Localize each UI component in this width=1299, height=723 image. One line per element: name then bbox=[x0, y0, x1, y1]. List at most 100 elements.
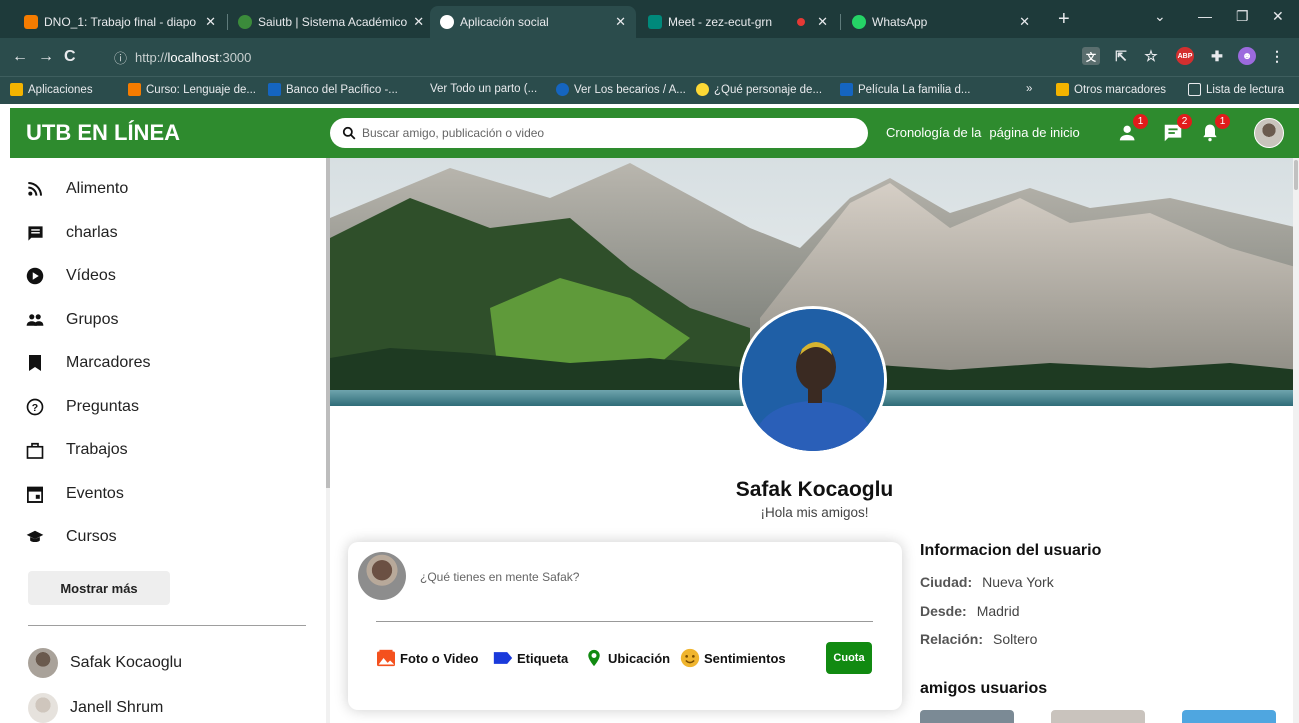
browser-tab[interactable]: WhatsApp ✕ bbox=[842, 6, 1040, 38]
forward-icon[interactable]: → bbox=[38, 48, 54, 66]
reading-list-icon bbox=[1188, 83, 1201, 96]
sidebar-item-bookmarks[interactable]: Marcadores bbox=[26, 354, 150, 372]
minimize-icon[interactable]: — bbox=[1198, 8, 1212, 24]
friend-thumbnail[interactable] bbox=[1051, 710, 1145, 723]
bookmark-item[interactable]: Ver Todo un parto (... bbox=[430, 83, 537, 95]
notifications-badge: 1 bbox=[1215, 114, 1230, 129]
browser-tab-active[interactable]: Aplicación social ✕ bbox=[430, 6, 636, 38]
browser-tab[interactable]: Saiutb | Sistema Académico ✕ bbox=[228, 6, 426, 38]
friend-requests-icon[interactable]: 1 bbox=[1118, 114, 1148, 144]
sidebar-item-events[interactable]: Eventos bbox=[26, 485, 124, 503]
share-button[interactable]: Cuota bbox=[826, 642, 872, 674]
profile-picture[interactable] bbox=[739, 306, 887, 454]
bookmark-label: Película La familia d... bbox=[858, 83, 971, 96]
page-scrollbar-thumb[interactable] bbox=[1294, 160, 1298, 190]
browser-toolbar: ← → C ⓘ http://localhost:3000 文 ⇱ ☆ ABP … bbox=[0, 38, 1299, 76]
friend-list-item[interactable]: Safak Kocaoglu bbox=[28, 648, 182, 678]
avatar bbox=[28, 648, 58, 678]
emoji-icon bbox=[696, 83, 709, 96]
friend-thumbnail[interactable] bbox=[1182, 710, 1276, 723]
sidebar-item-questions[interactable]: ? Preguntas bbox=[26, 398, 139, 416]
sidebar-item-jobs[interactable]: Trabajos bbox=[26, 441, 128, 459]
tag-option[interactable]: Etiqueta bbox=[493, 648, 568, 668]
browser-tab-strip: DNO_1: Trabajo final - diapo ✕ Saiutb | … bbox=[0, 0, 1299, 38]
messages-icon[interactable]: 2 bbox=[1162, 114, 1192, 144]
app-logo[interactable]: UTB EN LÍNEA bbox=[26, 120, 180, 146]
close-icon[interactable]: ✕ bbox=[817, 14, 828, 30]
app-topbar: UTB EN LÍNEA Buscar amigo, publicación o… bbox=[10, 108, 1299, 158]
page-scrollbar[interactable] bbox=[1293, 158, 1299, 723]
bookmarks-overflow-button[interactable]: » bbox=[1026, 83, 1032, 95]
bookmark-item[interactable]: Curso: Lenguaje de... bbox=[128, 83, 256, 96]
friend-thumbnail[interactable] bbox=[920, 710, 1014, 723]
friends-title: amigos usuarios bbox=[920, 680, 1048, 697]
top-links: Cronología de la página de inicio bbox=[886, 125, 1088, 140]
friend-name: Safak Kocaoglu bbox=[70, 654, 183, 671]
address-bar[interactable]: ⓘ http://localhost:3000 bbox=[108, 44, 1068, 70]
bookmark-label: ¿Qué personaje de... bbox=[714, 83, 823, 96]
browser-tab[interactable]: DNO_1: Trabajo final - diapo ✕ bbox=[14, 6, 226, 38]
tab-title: Meet - zez-ecut-grn bbox=[668, 15, 773, 29]
bookmark-item[interactable]: ¿Qué personaje de... bbox=[696, 83, 822, 96]
new-tab-icon[interactable]: + bbox=[1058, 8, 1070, 31]
group-icon bbox=[26, 311, 44, 329]
adblock-icon[interactable]: ABP bbox=[1176, 47, 1194, 65]
apps-icon bbox=[10, 83, 23, 96]
star-icon[interactable]: ☆ bbox=[1142, 47, 1160, 65]
bookmark-label: Lista de lectura bbox=[1206, 83, 1284, 96]
bookmark-item[interactable]: Película La familia d... bbox=[840, 83, 971, 96]
profile-name: Safak Kocaoglu bbox=[735, 478, 894, 501]
translate-icon[interactable]: 文 bbox=[1082, 47, 1100, 65]
notifications-icon[interactable]: 1 bbox=[1200, 114, 1230, 144]
sidebar-item-label: Trabajos bbox=[66, 441, 128, 458]
bookmark-folder[interactable]: Otros marcadores bbox=[1056, 83, 1166, 96]
share-icon[interactable]: ⇱ bbox=[1112, 47, 1130, 65]
bookmark-item[interactable]: Banco del Pacífico -... bbox=[268, 83, 398, 96]
recording-icon bbox=[797, 18, 806, 26]
timeline-link[interactable]: Cronología de la bbox=[886, 125, 981, 140]
tab-favicon-icon bbox=[852, 15, 866, 29]
bookmark-item[interactable]: Aplicaciones bbox=[10, 83, 93, 96]
close-icon[interactable]: ✕ bbox=[615, 14, 626, 30]
sidebar-item-feed[interactable]: Alimento bbox=[26, 180, 128, 198]
close-icon[interactable]: ✕ bbox=[1019, 14, 1030, 30]
tab-title: Saiutb | Sistema Académico bbox=[258, 15, 408, 29]
reload-icon[interactable]: C bbox=[64, 48, 76, 66]
close-icon[interactable]: ✕ bbox=[205, 14, 216, 30]
back-icon[interactable]: ← bbox=[12, 48, 28, 66]
bookmark-item[interactable]: Ver Los becarios / A... bbox=[556, 83, 686, 96]
close-icon[interactable]: ✕ bbox=[413, 14, 424, 30]
bookmark-favicon-icon bbox=[840, 83, 853, 96]
bookmark-label: Ver Todo un parto (... bbox=[430, 83, 538, 95]
sidebar-item-videos[interactable]: Vídeos bbox=[26, 267, 116, 285]
location-option[interactable]: Ubicación bbox=[584, 648, 670, 668]
sidebar-item-courses[interactable]: Cursos bbox=[26, 528, 117, 546]
user-info-panel: Informacion del usuario Ciudad: Nueva Yor… bbox=[920, 542, 1290, 647]
sidebar-item-chats[interactable]: charlas bbox=[26, 224, 118, 242]
tab-search-icon[interactable]: ⌄ bbox=[1154, 8, 1166, 25]
sidebar-item-groups[interactable]: Grupos bbox=[26, 311, 118, 329]
search-icon bbox=[342, 126, 356, 140]
avatar[interactable] bbox=[1254, 118, 1284, 148]
search-input[interactable]: Buscar amigo, publicación o video bbox=[330, 118, 868, 148]
extensions-icon[interactable]: ✚ bbox=[1208, 47, 1226, 65]
window-close-icon[interactable]: ✕ bbox=[1272, 8, 1284, 25]
share-input[interactable]: ¿Qué tienes en mente Safak? bbox=[420, 570, 579, 584]
share-divider bbox=[376, 621, 873, 622]
home-link[interactable]: página de inicio bbox=[989, 125, 1079, 140]
restore-icon[interactable]: ❐ bbox=[1236, 8, 1249, 25]
tab-favicon-icon bbox=[440, 15, 454, 29]
briefcase-icon bbox=[26, 441, 44, 459]
reading-list[interactable]: Lista de lectura bbox=[1188, 83, 1284, 96]
photo-video-option[interactable]: Foto o Video bbox=[376, 648, 478, 668]
show-more-button[interactable]: Mostrar más bbox=[28, 571, 170, 605]
browser-tab[interactable]: Meet - zez-ecut-grn ✕ bbox=[638, 6, 838, 38]
bookmarks-bar: Aplicaciones Curso: Lenguaje de... Banco… bbox=[0, 76, 1299, 104]
profile-icon[interactable]: ☻ bbox=[1238, 47, 1256, 65]
friend-list-item[interactable]: Janell Shrum bbox=[28, 693, 163, 723]
friend-requests-badge: 1 bbox=[1133, 114, 1148, 129]
menu-icon[interactable]: ⋮ bbox=[1268, 47, 1286, 65]
feelings-option[interactable]: Sentimientos bbox=[680, 648, 786, 668]
label-icon bbox=[493, 648, 513, 668]
svg-text:?: ? bbox=[32, 402, 38, 414]
